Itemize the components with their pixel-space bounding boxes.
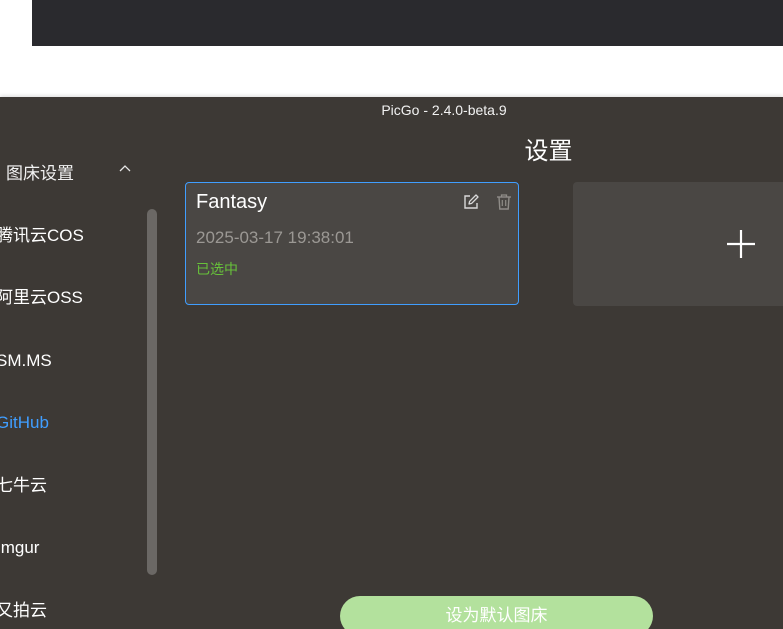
sidebar-item-github[interactable]: GitHub (0, 410, 49, 436)
sidebar-section-picbed-settings[interactable]: 图床设置 (0, 161, 140, 187)
sidebar-item-aliyun-oss[interactable]: 阿里云OSS (0, 285, 83, 311)
page-title: 设置 (524, 138, 573, 165)
picgo-window: PicGo - 2.4.0-beta.9 图床设置 腾讯云COS 阿里云OSS … (0, 97, 783, 629)
edit-icon[interactable] (462, 193, 480, 211)
add-config-card[interactable] (573, 182, 783, 306)
top-dark-window-strip (32, 0, 783, 46)
window-title: PicGo - 2.4.0-beta.9 (381, 102, 507, 118)
config-date: 2025-03-17 19:38:01 (196, 228, 354, 247)
sidebar-item-imgur[interactable]: Imgur (0, 535, 39, 561)
config-selected-status: 已选中 (196, 261, 238, 277)
trash-icon[interactable] (495, 193, 513, 211)
sidebar: 图床设置 腾讯云COS 阿里云OSS SM.MS GitHub 七牛云 Imgu… (0, 123, 160, 629)
config-name: Fantasy (196, 191, 268, 213)
plus-icon (727, 230, 755, 258)
sidebar-section-label: 图床设置 (6, 164, 74, 183)
sidebar-item-upyun[interactable]: 又拍云 (0, 598, 47, 624)
config-card-fantasy[interactable]: Fantasy 2025-03-17 19:38:01 已选中 (185, 182, 519, 305)
sidebar-item-tencent-cos[interactable]: 腾讯云COS (0, 223, 84, 249)
chevron-up-icon (119, 165, 131, 172)
sidebar-item-smms[interactable]: SM.MS (0, 348, 52, 374)
sidebar-scrollbar[interactable] (147, 209, 157, 575)
sidebar-item-qiniu[interactable]: 七牛云 (0, 473, 47, 499)
window-titlebar: PicGo - 2.4.0-beta.9 (0, 97, 783, 123)
set-default-picbed-button[interactable]: 设为默认图床 (340, 596, 653, 629)
